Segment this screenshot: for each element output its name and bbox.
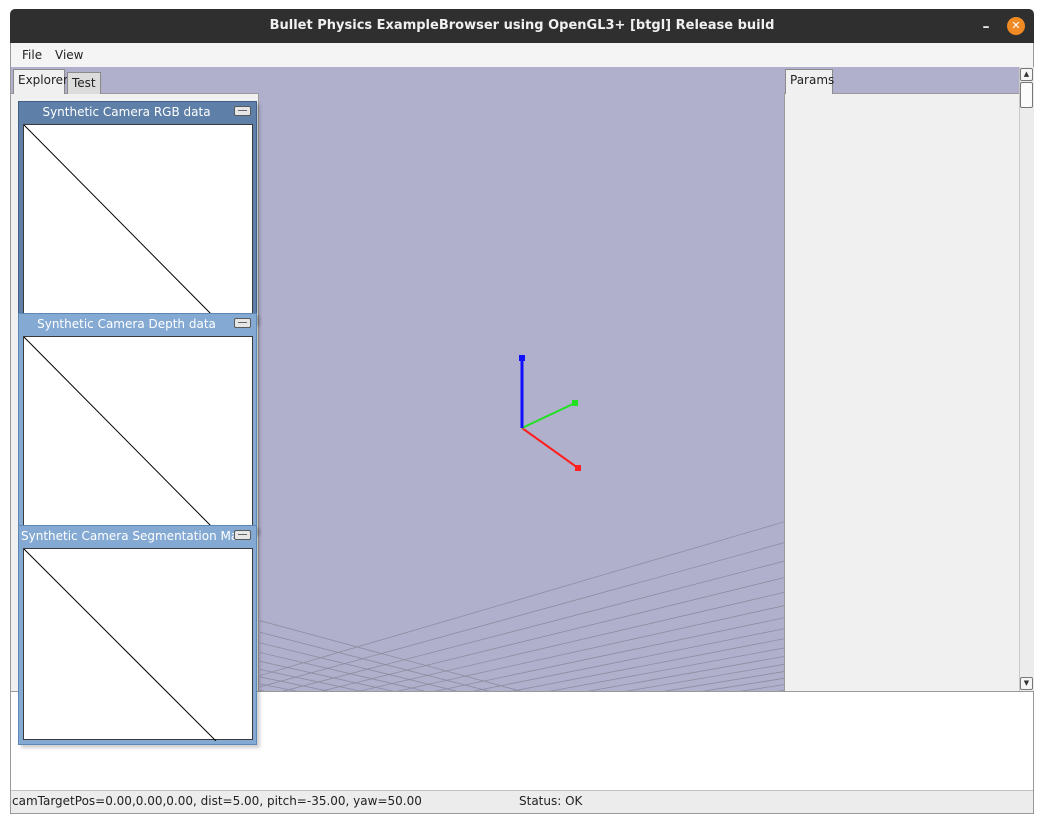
3d-viewport[interactable] bbox=[260, 67, 784, 691]
grid-line bbox=[260, 642, 458, 691]
window-title: Bullet Physics ExampleBrowser using Open… bbox=[269, 18, 775, 33]
ground-grid bbox=[260, 67, 784, 691]
grid-line bbox=[260, 620, 522, 691]
menu-file[interactable]: File bbox=[22, 48, 42, 62]
z-axis-handle[interactable] bbox=[519, 355, 525, 361]
camera-depth-window[interactable]: Synthetic Camera Depth data bbox=[18, 313, 257, 533]
camera-segmentation-title: Synthetic Camera Segmentation Mask bbox=[21, 529, 236, 543]
grid-line bbox=[260, 631, 490, 691]
minimize-button[interactable]: – bbox=[978, 19, 994, 35]
grid-line bbox=[549, 647, 784, 691]
minimize-icon[interactable] bbox=[234, 530, 251, 540]
camera-depth-title: Synthetic Camera Depth data bbox=[37, 317, 216, 331]
minimize-icon[interactable] bbox=[234, 106, 251, 116]
grid-line bbox=[260, 660, 394, 691]
status-bar: camTargetPos=0.00,0.00,0.00, dist=5.00, … bbox=[11, 791, 1033, 813]
grid-line bbox=[510, 638, 784, 691]
scroll-down-icon[interactable]: ▼ bbox=[1020, 677, 1033, 690]
grid-line bbox=[260, 67, 522, 691]
scroll-thumb[interactable] bbox=[1020, 82, 1033, 108]
scroll-up-icon[interactable]: ▲ bbox=[1020, 68, 1033, 81]
menu-bar: File View bbox=[11, 44, 1033, 66]
x-axis bbox=[521, 427, 579, 469]
params-content[interactable] bbox=[784, 93, 1019, 691]
grid-line bbox=[438, 455, 784, 691]
y-axis-handle[interactable] bbox=[572, 400, 578, 406]
grid-line bbox=[260, 683, 298, 691]
title-bar[interactable]: Bullet Physics ExampleBrowser using Open… bbox=[10, 9, 1034, 43]
vertical-scrollbar[interactable] bbox=[1019, 67, 1034, 691]
close-button[interactable]: ✕ bbox=[1007, 17, 1025, 35]
camera-rgb-window[interactable]: Synthetic Camera RGB data bbox=[18, 101, 257, 323]
tab-test[interactable]: Test bbox=[67, 72, 101, 94]
grid-line bbox=[625, 663, 784, 691]
grid-line bbox=[260, 689, 266, 691]
camera-depth-image bbox=[23, 336, 253, 529]
y-axis bbox=[521, 402, 576, 429]
camera-segmentation-window[interactable]: Synthetic Camera Segmentation Mask bbox=[18, 525, 257, 745]
camera-rgb-image bbox=[23, 124, 253, 317]
status-text: Status: OK bbox=[519, 794, 583, 808]
grid-line bbox=[260, 127, 509, 691]
grid-line bbox=[260, 669, 362, 691]
grid-line bbox=[701, 677, 784, 691]
grid-line bbox=[260, 238, 485, 691]
grid-line bbox=[663, 671, 784, 691]
grid-line bbox=[396, 605, 784, 691]
grid-line bbox=[260, 652, 426, 691]
grid-line bbox=[434, 617, 784, 691]
grid-line bbox=[260, 187, 497, 691]
camera-segmentation-image bbox=[23, 548, 253, 741]
x-axis-handle[interactable] bbox=[575, 465, 581, 471]
grid-line bbox=[462, 498, 784, 691]
tab-explorer[interactable]: Explorer bbox=[13, 69, 68, 94]
grid-line bbox=[450, 478, 784, 691]
camera-readout: camTargetPos=0.00,0.00,0.00, dist=5.00, … bbox=[12, 794, 422, 808]
grid-line bbox=[260, 676, 330, 691]
menu-view[interactable]: View bbox=[55, 48, 83, 62]
grid-line bbox=[739, 684, 784, 691]
camera-rgb-title: Synthetic Camera RGB data bbox=[42, 105, 211, 119]
grid-line bbox=[472, 628, 784, 691]
minimize-icon[interactable] bbox=[234, 318, 251, 328]
grid-line bbox=[778, 690, 784, 691]
tab-params[interactable]: Params bbox=[785, 69, 834, 94]
